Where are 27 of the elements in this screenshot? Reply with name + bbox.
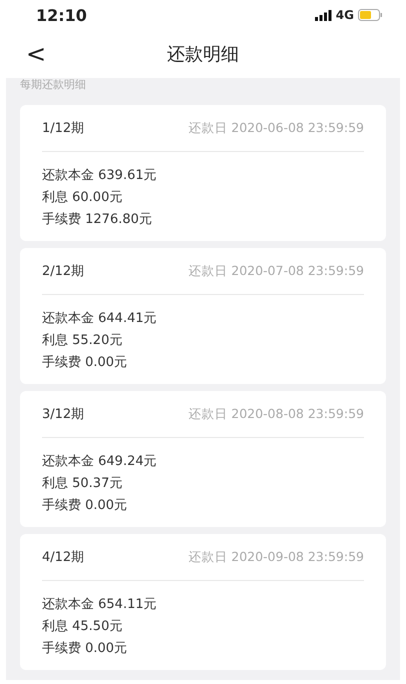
amount-line: 利息 50.37元: [42, 475, 124, 493]
due-date: 还款日 2020-07-08 23:59:59: [188, 262, 364, 280]
due-date: 还款日 2020-06-08 23:59:59: [188, 120, 364, 136]
signal-icon: [314, 10, 332, 20]
period-number: 3/12期: [42, 406, 84, 423]
due-date: 还款日 2020-09-08 23:59:59: [188, 548, 364, 566]
amount-line: 利息 60.00元: [42, 189, 124, 207]
amount-line: 手续费 0.00元: [42, 640, 128, 658]
network-label: 4G: [336, 8, 354, 22]
status-time: 12:10: [36, 6, 87, 24]
period-number: 4/12期: [42, 549, 84, 566]
amount-line: 还款本金 654.11元: [42, 596, 158, 614]
amount-line: 手续费 0.00元: [42, 354, 128, 372]
back-button[interactable]: <: [22, 40, 50, 68]
period-number: 2/12期: [42, 263, 84, 280]
amount-line: 还款本金 649.24元: [42, 453, 158, 471]
due-date: 还款日 2020-08-08 23:59:59: [188, 406, 364, 422]
amount-line: 利息 45.50元: [42, 618, 124, 636]
section-label: 每期还款明细: [20, 78, 87, 93]
amount-line: 手续费 0.00元: [42, 497, 128, 515]
amount-line: 还款本金 644.41元: [42, 310, 158, 328]
amount-line: 利息 55.20元: [42, 332, 124, 350]
period-number: 1/12期: [42, 120, 84, 137]
amount-line: 手续费 1276.80元: [42, 211, 153, 229]
battery-icon: [358, 9, 382, 21]
amount-line: 还款本金 639.61元: [42, 167, 158, 185]
page-title: 还款明细: [167, 43, 239, 66]
